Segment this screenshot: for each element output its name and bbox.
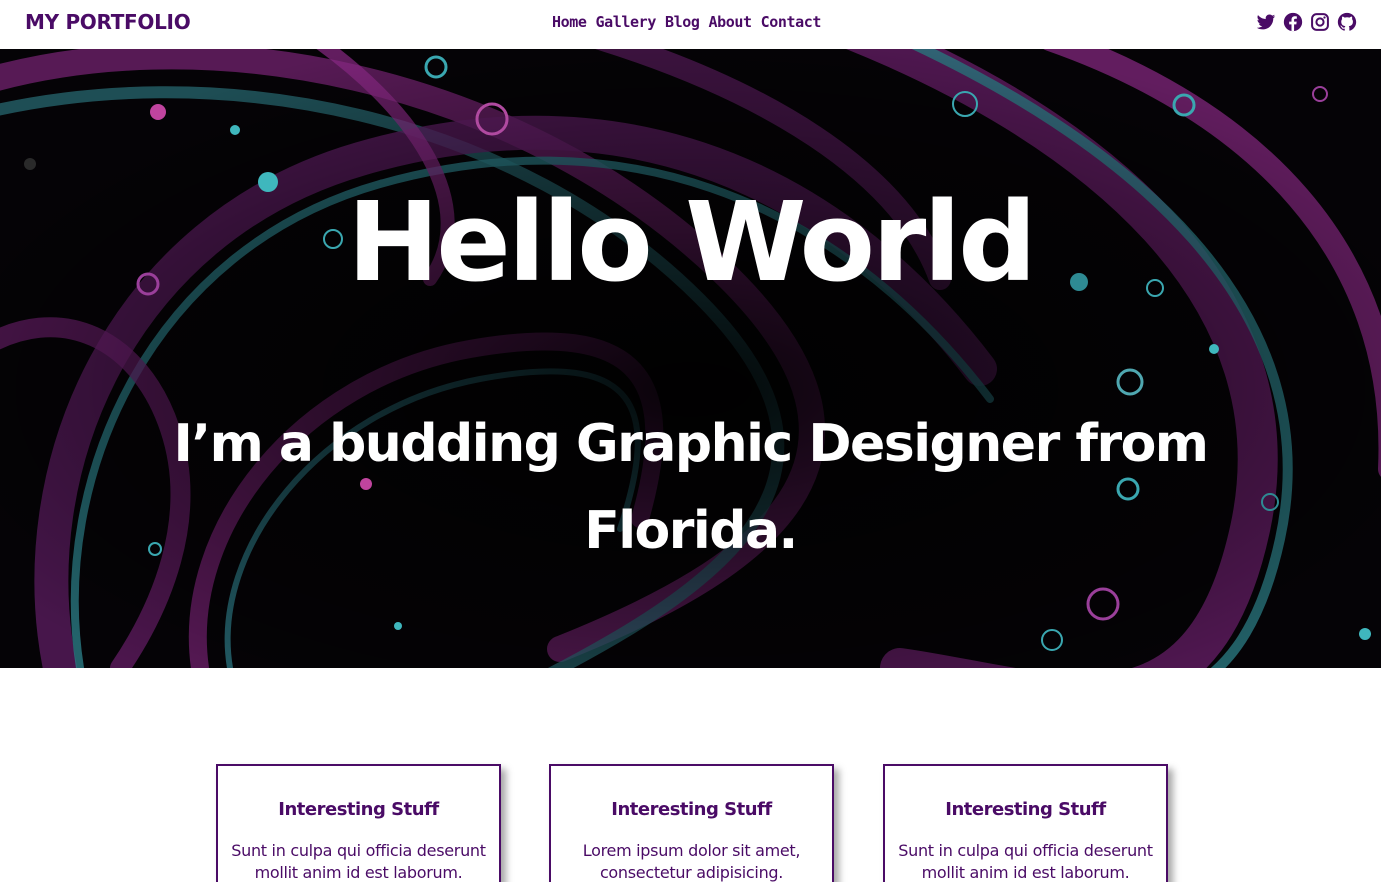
nav-link-contact[interactable]: Contact xyxy=(761,13,822,31)
hero-title: Hello World xyxy=(347,178,1037,306)
card-text: Sunt in culpa qui officia deserunt molli… xyxy=(898,841,1153,882)
github-icon[interactable] xyxy=(1337,12,1357,32)
hero-section: Hello World I’m a budding Graphic Design… xyxy=(0,49,1381,668)
nav-link-home[interactable]: Home xyxy=(552,13,587,31)
hero-background-image xyxy=(0,49,1381,668)
social-links xyxy=(1256,12,1357,32)
card: Interesting Stuff Lorem ipsum dolor sit … xyxy=(549,764,834,882)
nav-links: Home Gallery Blog About Contact xyxy=(552,13,830,31)
navbar: MY PORTFOLIO Home Gallery Blog About Con… xyxy=(0,0,1381,49)
nav-link-about[interactable]: About xyxy=(708,13,752,31)
brand-logo[interactable]: MY PORTFOLIO xyxy=(25,10,191,34)
card: Interesting Stuff Sunt in culpa qui offi… xyxy=(883,764,1168,882)
card-text: Sunt in culpa qui officia deserunt molli… xyxy=(231,841,486,882)
card: Interesting Stuff Sunt in culpa qui offi… xyxy=(216,764,501,882)
card-title: Interesting Stuff xyxy=(945,799,1106,820)
facebook-icon[interactable] xyxy=(1283,12,1303,32)
nav-link-gallery[interactable]: Gallery xyxy=(596,13,657,31)
card-title: Interesting Stuff xyxy=(611,799,772,820)
card-title: Interesting Stuff xyxy=(278,799,439,820)
cards-section: Interesting Stuff Sunt in culpa qui offi… xyxy=(0,764,1381,882)
twitter-icon[interactable] xyxy=(1256,12,1276,32)
nav-link-blog[interactable]: Blog xyxy=(665,13,700,31)
hero-subtitle: I’m a budding Graphic Designer from Flor… xyxy=(173,414,1210,561)
card-text: Lorem ipsum dolor sit amet, consectetur … xyxy=(582,841,801,882)
instagram-icon[interactable] xyxy=(1310,12,1330,32)
